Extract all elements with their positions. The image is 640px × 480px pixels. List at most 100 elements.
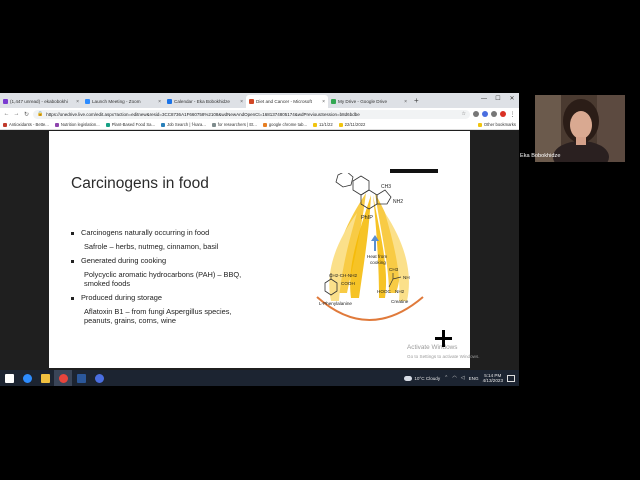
taskbar-start-button[interactable]	[0, 370, 18, 386]
tab-close-icon[interactable]: ×	[322, 99, 325, 105]
wifi-icon[interactable]: ◠	[452, 375, 456, 381]
diagram-nh2-label: NH2	[393, 199, 403, 205]
taskbar-teams-button[interactable]	[90, 370, 108, 386]
tab-favicon-icon	[331, 99, 336, 104]
bullet-item: Carcinogens naturally occurring in food	[71, 228, 209, 237]
bullet-subtext: peanuts, grains, corns, wine	[84, 316, 176, 325]
bookmark-item[interactable]: Nutrition legislation...	[54, 122, 100, 127]
tab-label: My Drive - Google Drive	[338, 99, 388, 104]
cloud-icon	[404, 375, 413, 381]
bullet-subtext: Aflatoxin B1 – from fungi Aspergillus sp…	[84, 307, 231, 316]
bullet-subtext: smoked foods	[84, 279, 130, 288]
participant-video-image	[535, 95, 625, 162]
slide-title: Carcinogens in food	[71, 175, 209, 192]
diagram-creatine-ch3: CH3	[389, 267, 399, 272]
tab-favicon-icon	[167, 99, 172, 104]
bookmark-label: 22/11/2022	[344, 122, 366, 127]
bookmark-item[interactable]: Antioxidants - Bette...	[3, 122, 49, 127]
bookmark-label: google chrome tab...	[268, 122, 307, 127]
bookmark-favicon-icon	[262, 122, 267, 127]
language-indicator[interactable]: ENG	[469, 376, 479, 381]
tab-close-icon[interactable]: ×	[158, 99, 161, 105]
lock-icon: 🔒	[37, 111, 44, 117]
minimize-button[interactable]: —	[477, 93, 491, 106]
presentation-viewer: Carcinogens in food Carcinogens naturall…	[0, 130, 519, 370]
menu-icon[interactable]: ⋮	[509, 111, 516, 118]
tab-favicon-icon	[85, 99, 90, 104]
slide: Carcinogens in food Carcinogens naturall…	[49, 131, 480, 368]
browser-tab[interactable]: Calendar - Eka Bobokhidze ×	[164, 95, 246, 108]
extension-icon[interactable]	[491, 111, 497, 117]
diagram-cooh-label: COOH	[341, 281, 355, 286]
extension-icon[interactable]	[482, 111, 488, 117]
bookmark-item[interactable]: 11/1/22	[313, 122, 333, 127]
other-bookmarks[interactable]: Other bookmarks	[477, 122, 516, 127]
reload-icon[interactable]: ↻	[23, 111, 30, 118]
taskbar: 10°C Cloudy ⌃ ◠ ◁ ENG 5:14 PM 4/13/2023	[0, 370, 519, 386]
screen: (1,447 unread) - ekabobokhi × Launch Meeti…	[0, 0, 640, 480]
diagram-phip-label: PhIP	[361, 215, 373, 221]
bookmark-label: Job Search | f-kara...	[166, 122, 206, 127]
maximize-button[interactable]: ☐	[491, 93, 505, 106]
bullet-dot-icon	[71, 231, 74, 235]
star-icon[interactable]: ☆	[462, 111, 466, 117]
browser-tab[interactable]: My Drive - Google Drive ×	[328, 95, 410, 108]
bullet-text: Produced during storage	[81, 293, 162, 302]
system-tray: 10°C Cloudy ⌃ ◠ ◁ ENG 5:14 PM 4/13/2023	[404, 373, 519, 384]
browser-tab[interactable]: Launch Meeting - Zoom ×	[82, 95, 164, 108]
tab-close-icon[interactable]: ×	[404, 99, 407, 105]
diagram-phenylalanine-chain: CH2-CH-NH2	[329, 273, 358, 278]
tab-label: Diet and Cancer - Microsoft	[256, 99, 312, 104]
diagram-ch3-label: CH3	[381, 184, 391, 190]
tab-label: Calendar - Eka Bobokhidze	[174, 99, 230, 104]
window-controls: — ☐ ✕	[477, 93, 519, 106]
bookmark-favicon-icon	[54, 122, 59, 127]
tab-close-icon[interactable]: ×	[76, 99, 79, 105]
bullet-item: Produced during storage	[71, 293, 162, 302]
url-field[interactable]: 🔒 https://onedrive.live.com/edit.aspx?ac…	[33, 109, 470, 119]
activate-windows-subtitle: Go to Settings to activate Windows.	[407, 354, 480, 359]
notification-icon[interactable]	[507, 374, 515, 382]
bookmark-label: Antioxidants - Bette...	[9, 122, 49, 127]
file-explorer-icon	[40, 373, 50, 383]
bookmark-item[interactable]: Plant-Based Food Sa...	[105, 122, 155, 127]
new-tab-button[interactable]: +	[410, 95, 423, 108]
close-window-button[interactable]: ✕	[505, 93, 519, 106]
forward-icon[interactable]: →	[13, 111, 20, 117]
tab-close-icon[interactable]: ×	[240, 99, 243, 105]
taskbar-word-button[interactable]	[72, 370, 90, 386]
diagram-creatine-hooc: HOOC	[377, 289, 391, 294]
diagram-phenylalanine-label: L-Phenylalanine	[319, 301, 352, 306]
bookmark-item[interactable]: for researchers | Et...	[211, 122, 257, 127]
clock[interactable]: 5:14 PM 4/13/2023	[483, 373, 503, 384]
profile-avatar-icon[interactable]	[500, 111, 506, 117]
bookmark-favicon-icon	[160, 122, 165, 127]
bookmark-item[interactable]: google chrome tab...	[262, 122, 307, 127]
bookmark-label: Plant-Based Food Sa...	[111, 122, 155, 127]
chrome-icon	[58, 373, 68, 383]
taskbar-file-explorer-button[interactable]	[36, 370, 54, 386]
folder-icon	[477, 122, 482, 127]
taskbar-chrome-button[interactable]	[54, 370, 72, 386]
bookmark-label: Nutrition legislation...	[60, 122, 100, 127]
bullet-dot-icon	[71, 296, 74, 300]
start-icon	[4, 373, 14, 383]
diagram-heat-label-2: cooking	[370, 260, 386, 265]
extension-icon[interactable]	[473, 111, 479, 117]
volume-icon[interactable]: ◁	[461, 375, 465, 381]
bullet-text: Safrole – herbs, nutmeg, cinnamon, basil	[84, 242, 219, 251]
weather-widget[interactable]: 10°C Cloudy	[404, 375, 440, 381]
chevron-up-icon[interactable]: ⌃	[444, 375, 448, 381]
browser-tab[interactable]: (1,447 unread) - ekabobokhi ×	[0, 95, 82, 108]
teams-icon	[94, 373, 104, 383]
carcinogen-diagram: CH3 NH2 PhIP Heat from cooking CH2-CH-NH…	[316, 173, 424, 321]
bullet-text: Generated during cooking	[81, 256, 167, 265]
taskbar-zoom-button[interactable]	[18, 370, 36, 386]
diagram-creatine-nh: NH	[403, 275, 410, 280]
bookmark-item[interactable]: 22/11/2022	[338, 122, 366, 127]
back-icon[interactable]: ←	[3, 111, 10, 117]
bookmark-label: 11/1/22	[319, 122, 333, 127]
browser-tab[interactable]: Diet and Cancer - Microsoft ×	[246, 95, 328, 108]
bullet-dot-icon	[71, 259, 74, 263]
bookmark-item[interactable]: Job Search | f-kara...	[160, 122, 206, 127]
